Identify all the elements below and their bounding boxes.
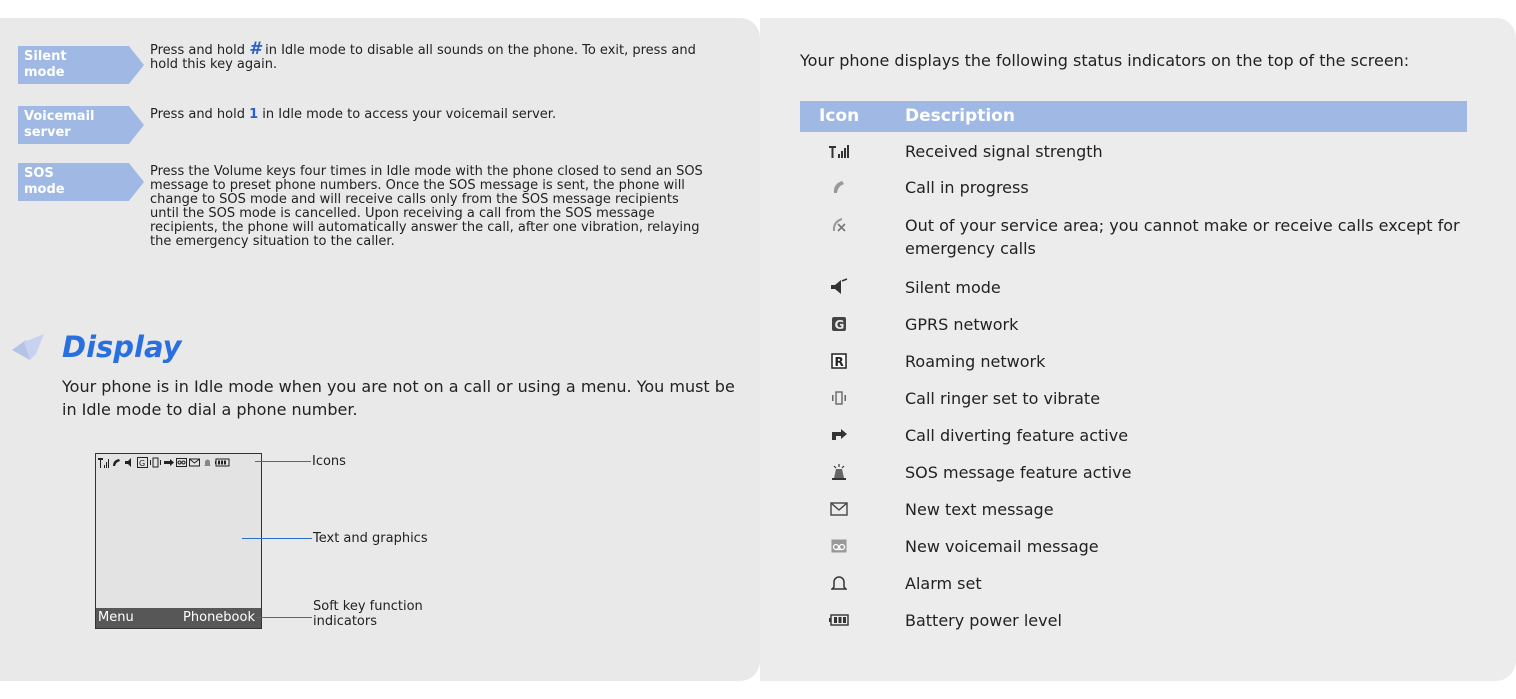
text-message-icon: [189, 458, 200, 466]
phone-screen-diagram: G Menu Phonebook: [95, 453, 262, 629]
voicemail-icon: [828, 537, 850, 555]
row-description: Call ringer set to vibrate: [905, 389, 1101, 408]
tag-line: Voicemail: [24, 109, 95, 124]
silent-mode-icon: [828, 278, 850, 296]
section-logo-icon: [12, 334, 44, 360]
callout-text-graphics: Text and graphics: [313, 531, 428, 546]
tag-line: mode: [24, 182, 65, 197]
softkey-phonebook: Phonebook: [183, 610, 255, 625]
page: Silent mode Press and hold # in Idle mod…: [0, 0, 1516, 699]
gprs-icon: G: [137, 456, 148, 468]
vibrate-icon: [150, 457, 161, 467]
svg-text:G: G: [139, 459, 145, 468]
signal-strength-icon: [828, 142, 850, 160]
row-description: Out of your service area; you cannot mak…: [905, 216, 1460, 258]
svg-text:G: G: [835, 318, 845, 332]
section-title: Display: [62, 330, 182, 364]
alarm-icon: [204, 459, 211, 466]
roaming-icon: R: [828, 352, 850, 370]
callout-softkeys-line: Soft key function: [313, 599, 423, 614]
tag-line: SOS: [24, 166, 54, 181]
call-divert-icon: [164, 458, 174, 466]
silent-mode-icon: [125, 457, 131, 467]
desc-text: Press and hold: [150, 43, 250, 58]
alarm-icon: [828, 574, 850, 592]
row-description: Silent mode: [905, 278, 1001, 297]
call-divert-icon: [828, 426, 850, 444]
table-header: Icon Description: [800, 101, 1467, 132]
table-header-icon: Icon: [819, 106, 860, 126]
section-body: Your phone is in Idle mode when you are …: [62, 377, 735, 419]
battery-icon: [215, 458, 230, 466]
callout-softkeys: Soft key function indicators: [313, 599, 423, 629]
no-service-icon: [828, 216, 850, 234]
callout-icons: Icons: [312, 454, 346, 469]
signal-strength-icon: [98, 457, 109, 468]
hash-key: #: [249, 39, 261, 59]
voicemail-server-tag: Voicemail server: [18, 106, 144, 144]
silent-mode-tag: Silent mode: [18, 46, 144, 84]
row-description: SOS message feature active: [905, 463, 1132, 482]
call-in-progress-icon: [113, 458, 120, 466]
row-description: New voicemail message: [905, 537, 1099, 556]
row-description: Battery power level: [905, 611, 1062, 630]
table-header-description: Description: [905, 106, 1015, 126]
row-description: Call in progress: [905, 178, 1029, 197]
tag-line: Silent: [24, 49, 67, 64]
row-description: Call diverting feature active: [905, 426, 1129, 445]
desc-text: Press and hold: [150, 107, 250, 122]
callout-line-icons: [255, 461, 311, 462]
silent-mode-description: Press and hold # in Idle mode to disable…: [150, 39, 710, 72]
battery-icon: [828, 611, 850, 629]
status-intro: Your phone displays the following status…: [800, 51, 1410, 70]
row-description: Received signal strength: [905, 142, 1103, 161]
tag-line: server: [24, 125, 71, 140]
row-description: Roaming network: [905, 352, 1046, 371]
voicemail-server-description: Press and hold 1 in Idle mode to access …: [150, 108, 710, 122]
gprs-icon: G: [828, 315, 850, 333]
sos-mode-description: Press the Volume keys four times in Idle…: [150, 164, 703, 249]
callout-line-text-graphics: [242, 538, 312, 539]
text-message-icon: [828, 500, 850, 518]
phone-softkey-bar: Menu Phonebook: [96, 608, 261, 628]
row-description: GPRS network: [905, 315, 1019, 334]
svg-text:R: R: [835, 355, 844, 369]
one-key: 1: [249, 107, 259, 122]
vibrate-icon: [828, 389, 850, 407]
voicemail-icon: [176, 457, 187, 467]
row-description: Alarm set: [905, 574, 982, 593]
sos-mode-tag: SOS mode: [18, 163, 144, 201]
softkey-menu: Menu: [98, 610, 134, 625]
sos-icon: [828, 463, 850, 481]
callout-softkeys-line: indicators: [313, 614, 377, 629]
desc-text: in Idle mode to access your voicemail se…: [258, 107, 557, 122]
tag-line: mode: [24, 65, 65, 80]
phone-status-bar: G: [98, 455, 258, 469]
callout-line-softkeys: [256, 617, 312, 618]
call-in-progress-icon: [828, 178, 850, 196]
row-description: New text message: [905, 500, 1054, 519]
